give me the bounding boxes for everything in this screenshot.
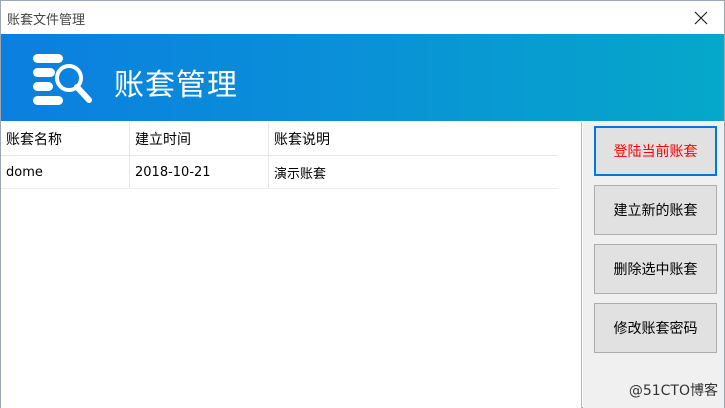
database-search-icon xyxy=(33,54,92,105)
page-title: 账套管理 xyxy=(114,68,238,103)
change-password-button[interactable]: 修改账套密码 xyxy=(594,303,717,353)
cell-created[interactable]: 2018-10-21 xyxy=(130,156,269,188)
cell-name[interactable]: dome xyxy=(1,156,130,188)
action-panel: 登陆当前账套 建立新的账套 删除选中账套 修改账套密码 @51CTO博客 xyxy=(583,122,724,408)
close-button[interactable] xyxy=(678,1,724,34)
cell-description[interactable]: 演示账套 xyxy=(269,156,558,188)
column-header-description[interactable]: 账套说明 xyxy=(269,122,558,155)
login-account-set-button[interactable]: 登陆当前账套 xyxy=(594,126,717,176)
create-account-set-button[interactable]: 建立新的账套 xyxy=(594,185,717,235)
account-set-table[interactable]: 账套名称 建立时间 账套说明 dome 2018-10-21 演示账套 xyxy=(1,122,582,408)
delete-account-set-button[interactable]: 删除选中账套 xyxy=(594,244,717,294)
app-window: 账套文件管理 账套管理 账套名称 建立时间 账套说明 dome 2018-10-… xyxy=(0,0,725,408)
watermark: @51CTO博客 xyxy=(628,383,718,399)
header-banner: 账套管理 xyxy=(1,34,724,121)
column-header-created[interactable]: 建立时间 xyxy=(130,122,269,155)
table-header: 账套名称 建立时间 账套说明 xyxy=(1,122,558,156)
window-title: 账套文件管理 xyxy=(7,13,86,28)
column-header-name[interactable]: 账套名称 xyxy=(1,122,130,155)
table-row[interactable]: dome 2018-10-21 演示账套 xyxy=(1,156,558,189)
close-icon xyxy=(694,11,708,24)
title-bar: 账套文件管理 xyxy=(1,1,724,34)
